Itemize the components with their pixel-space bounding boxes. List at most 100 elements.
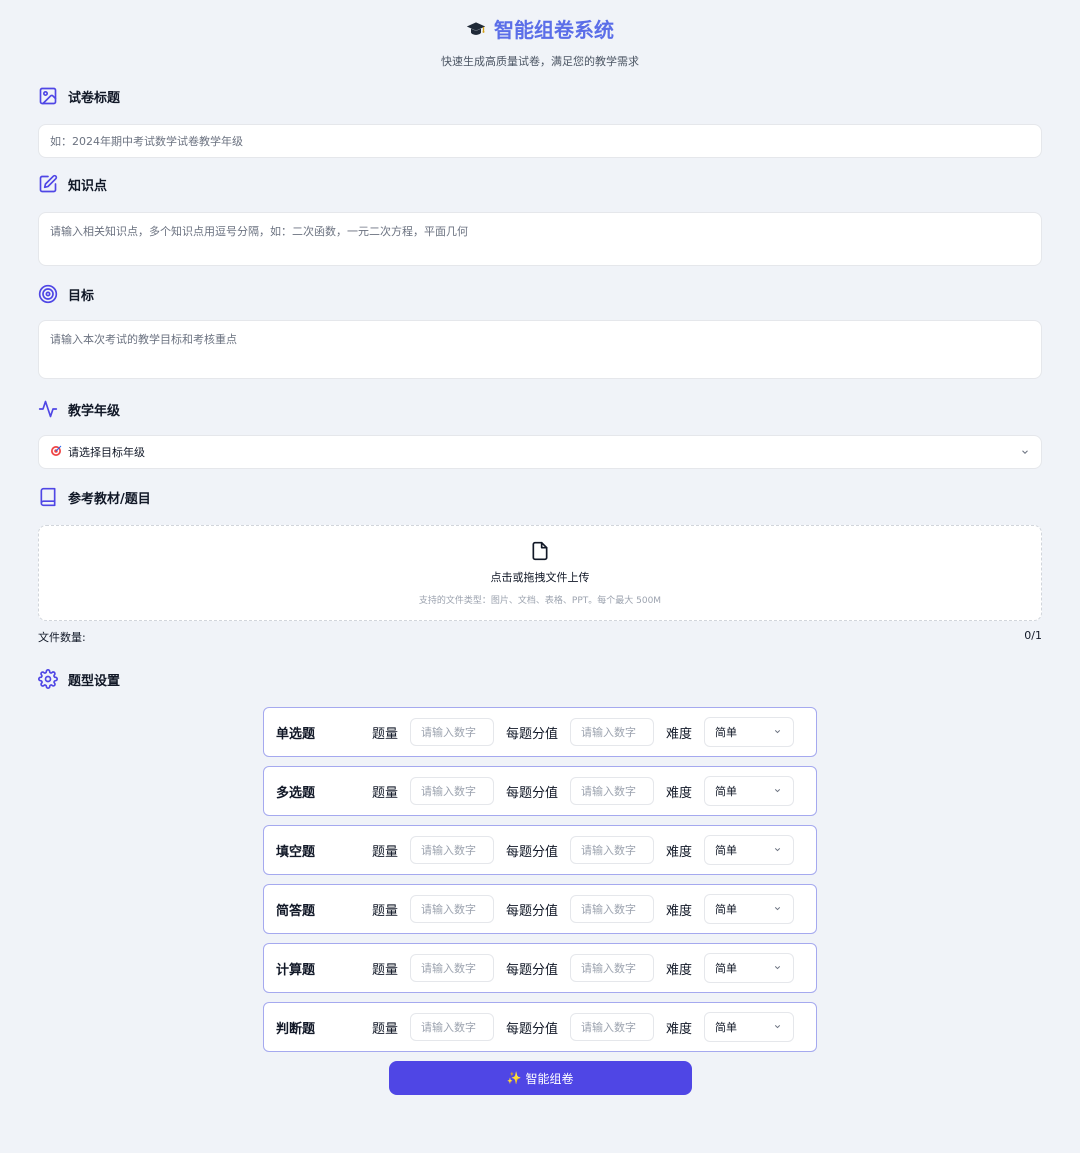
score-placeholder: 请输入数字 bbox=[581, 903, 637, 916]
app-title: 智能组卷系统 bbox=[466, 14, 614, 43]
count-placeholder: 请输入数字 bbox=[421, 726, 477, 739]
page: 智能组卷系统 快速生成高质量试卷，满足您的教学需求 试卷标题 如：2024年期中… bbox=[0, 0, 1080, 1153]
question-type-name: 单选题 bbox=[276, 726, 316, 742]
paper-title-placeholder: 如：2024年期中考试数学试卷教学年级 bbox=[50, 135, 243, 148]
question-row: 计算题 题量 请输入数字 每题分值 请输入数字 难度 简单 bbox=[263, 943, 817, 993]
count-placeholder: 请输入数字 bbox=[421, 1021, 477, 1034]
chevron-down-icon bbox=[773, 727, 783, 737]
difficulty-select[interactable]: 简单 bbox=[704, 1012, 795, 1042]
file-count-label: 文件数量: bbox=[38, 631, 86, 644]
question-type-name: 判断题 bbox=[276, 1021, 316, 1037]
paper-title-input[interactable]: 如：2024年期中考试数学试卷教学年级 bbox=[38, 124, 1042, 158]
chevron-down-icon bbox=[773, 845, 783, 855]
count-input[interactable]: 请输入数字 bbox=[410, 1013, 495, 1041]
file-count: 文件数量: 0/1 bbox=[38, 629, 1042, 645]
score-input[interactable]: 请输入数字 bbox=[570, 895, 655, 923]
goal-textarea[interactable]: 请输入本次考试的教学目标和考核重点 bbox=[38, 320, 1042, 379]
score-input[interactable]: 请输入数字 bbox=[570, 836, 655, 864]
target-icon bbox=[38, 284, 58, 304]
question-row: 填空题 题量 请输入数字 每题分值 请输入数字 难度 简单 bbox=[263, 825, 817, 875]
difficulty-select[interactable]: 简单 bbox=[704, 835, 795, 865]
count-label: 题量 bbox=[372, 785, 399, 801]
upload-hint: 支持的文件类型：图片、文档、表格、PPT。每个最大 500M bbox=[418, 595, 662, 606]
question-type-name: 简答题 bbox=[276, 903, 316, 919]
score-label: 每题分值 bbox=[506, 962, 559, 978]
section-label-paper-title: 试卷标题 bbox=[38, 84, 1042, 108]
score-label: 每题分值 bbox=[506, 785, 559, 801]
section-label-question-types: 题型设置 bbox=[38, 667, 1042, 691]
difficulty-select[interactable]: 简单 bbox=[704, 717, 795, 747]
reference-label: 参考教材/题目 bbox=[68, 491, 151, 507]
image-icon bbox=[38, 86, 58, 106]
sparkles-icon: ✨ bbox=[506, 1071, 522, 1085]
grade-select-value: 请选择目标年级 bbox=[50, 444, 145, 460]
graduation-cap-icon bbox=[466, 19, 486, 39]
score-placeholder: 请输入数字 bbox=[581, 785, 637, 798]
score-label: 每题分值 bbox=[506, 726, 559, 742]
count-label: 题量 bbox=[372, 844, 399, 860]
difficulty-select[interactable]: 简单 bbox=[704, 776, 795, 806]
file-icon bbox=[530, 541, 550, 561]
generate-paper-label: 智能组卷 bbox=[525, 1071, 574, 1086]
score-input[interactable]: 请输入数字 bbox=[570, 718, 655, 746]
count-input[interactable]: 请输入数字 bbox=[410, 777, 495, 805]
difficulty-label: 难度 bbox=[666, 903, 693, 919]
difficulty-value: 简单 bbox=[715, 726, 738, 739]
score-placeholder: 请输入数字 bbox=[581, 726, 637, 739]
count-label: 题量 bbox=[372, 962, 399, 978]
difficulty-value: 简单 bbox=[715, 903, 738, 916]
grade-select-text: 请选择目标年级 bbox=[68, 446, 145, 459]
knowledge-placeholder: 请输入相关知识点，多个知识点用逗号分隔，如：二次函数，一元二次方程，平面几何 bbox=[50, 225, 468, 238]
count-placeholder: 请输入数字 bbox=[421, 962, 477, 975]
question-type-name: 计算题 bbox=[276, 962, 316, 978]
difficulty-value: 简单 bbox=[715, 844, 738, 857]
file-upload-area[interactable]: 点击或拖拽文件上传 支持的文件类型：图片、文档、表格、PPT。每个最大 500M bbox=[38, 525, 1042, 621]
section-label-goal: 目标 bbox=[38, 282, 1042, 306]
score-input[interactable]: 请输入数字 bbox=[570, 954, 655, 982]
score-label: 每题分值 bbox=[506, 903, 559, 919]
count-input[interactable]: 请输入数字 bbox=[410, 954, 495, 982]
score-input[interactable]: 请输入数字 bbox=[570, 777, 655, 805]
question-row: 判断题 题量 请输入数字 每题分值 请输入数字 难度 简单 bbox=[263, 1002, 817, 1052]
chevron-down-icon bbox=[773, 963, 783, 973]
difficulty-label: 难度 bbox=[666, 785, 693, 801]
count-input[interactable]: 请输入数字 bbox=[410, 895, 495, 923]
difficulty-label: 难度 bbox=[666, 962, 693, 978]
grade-select[interactable]: 请选择目标年级 bbox=[38, 435, 1042, 469]
chevron-down-icon bbox=[1020, 447, 1030, 457]
book-icon bbox=[38, 487, 58, 507]
goal-placeholder: 请输入本次考试的教学目标和考核重点 bbox=[50, 333, 237, 346]
score-placeholder: 请输入数字 bbox=[581, 844, 637, 857]
count-label: 题量 bbox=[372, 726, 399, 742]
question-type-name: 填空题 bbox=[276, 844, 316, 860]
score-label: 每题分值 bbox=[506, 1021, 559, 1037]
edit-icon bbox=[38, 174, 58, 194]
difficulty-select[interactable]: 简单 bbox=[704, 894, 795, 924]
app-subtitle: 快速生成高质量试卷，满足您的教学需求 bbox=[441, 55, 639, 68]
section-label-knowledge: 知识点 bbox=[38, 172, 1042, 196]
generate-paper-button[interactable]: ✨ 智能组卷 bbox=[388, 1061, 692, 1095]
count-input[interactable]: 请输入数字 bbox=[410, 836, 495, 864]
chevron-down-icon bbox=[773, 1022, 783, 1032]
count-placeholder: 请输入数字 bbox=[421, 844, 477, 857]
activity-icon bbox=[38, 399, 58, 419]
chevron-down-icon bbox=[773, 904, 783, 914]
header: 智能组卷系统 快速生成高质量试卷，满足您的教学需求 bbox=[38, 0, 1042, 72]
score-label: 每题分值 bbox=[506, 844, 559, 860]
knowledge-textarea[interactable]: 请输入相关知识点，多个知识点用逗号分隔，如：二次函数，一元二次方程，平面几何 bbox=[38, 212, 1042, 266]
gear-icon bbox=[38, 669, 58, 689]
count-placeholder: 请输入数字 bbox=[421, 903, 477, 916]
difficulty-value: 简单 bbox=[715, 785, 738, 798]
question-row: 单选题 题量 请输入数字 每题分值 请输入数字 难度 简单 bbox=[263, 707, 817, 757]
question-row: 多选题 题量 请输入数字 每题分值 请输入数字 难度 简单 bbox=[263, 766, 817, 816]
paper-title-label: 试卷标题 bbox=[68, 90, 121, 106]
question-type-list: 单选题 题量 请输入数字 每题分值 请输入数字 难度 简单 多选题 题量 请输入… bbox=[263, 707, 817, 1052]
difficulty-select[interactable]: 简单 bbox=[704, 953, 795, 983]
difficulty-value: 简单 bbox=[715, 962, 738, 975]
section-label-grade: 教学年级 bbox=[38, 397, 1042, 421]
difficulty-label: 难度 bbox=[666, 726, 693, 742]
score-input[interactable]: 请输入数字 bbox=[570, 1013, 655, 1041]
count-input[interactable]: 请输入数字 bbox=[410, 718, 495, 746]
goal-label: 目标 bbox=[68, 288, 95, 304]
difficulty-label: 难度 bbox=[666, 1021, 693, 1037]
